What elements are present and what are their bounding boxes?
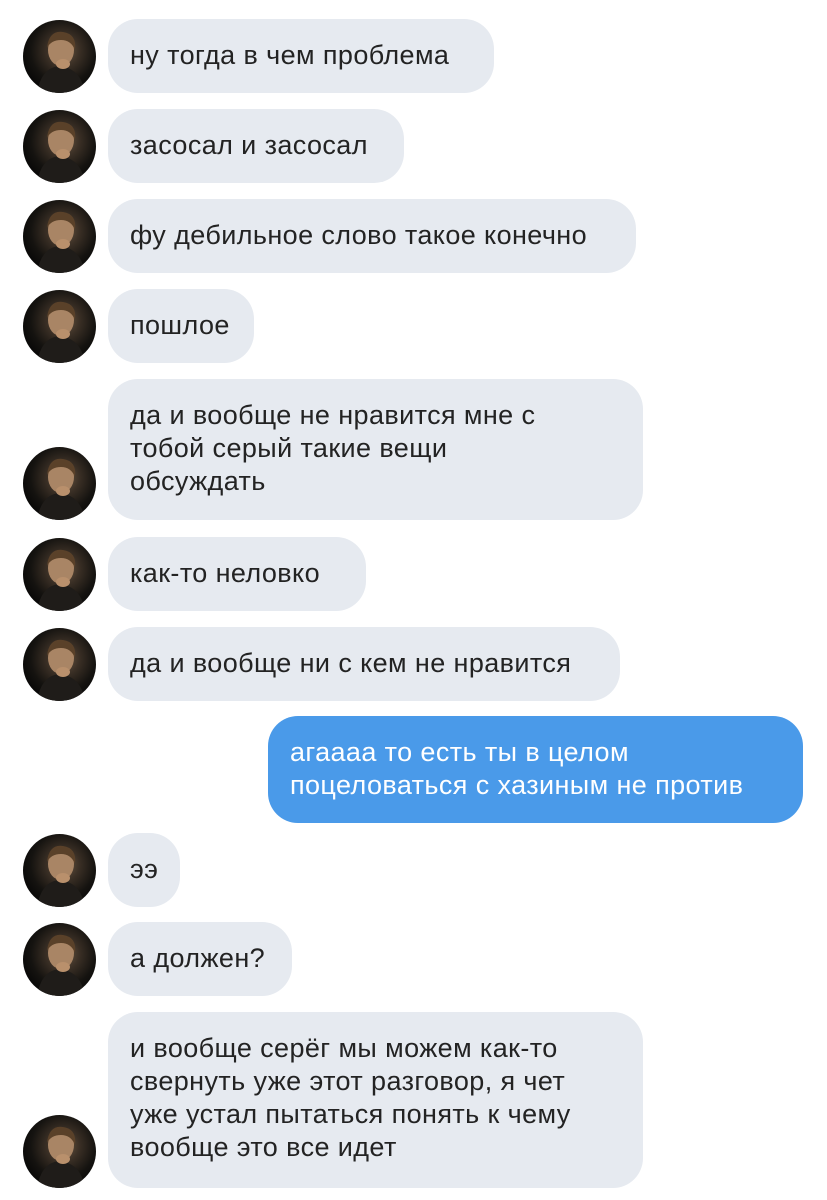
contact-avatar[interactable] (23, 447, 96, 520)
message-row: агаааа то есть ты в целом поцеловаться с… (0, 716, 827, 823)
message-bubble: пошлое (108, 289, 254, 363)
message-bubble: засосал и засосал (108, 109, 404, 183)
contact-avatar[interactable] (23, 628, 96, 701)
message-bubble-outgoing: агаааа то есть ты в целом поцеловаться с… (268, 716, 803, 823)
contact-avatar[interactable] (23, 20, 96, 93)
message-row: да и вообще ни с кем не нравится (0, 627, 827, 701)
message-bubble: да и вообще ни с кем не нравится (108, 627, 620, 701)
contact-avatar[interactable] (23, 1115, 96, 1188)
message-bubble: и вообще серёг мы можем как-то свернуть … (108, 1012, 643, 1188)
message-row: ну тогда в чем проблема (0, 19, 827, 93)
message-bubble: как-то неловко (108, 537, 366, 611)
message-row: и вообще серёг мы можем как-то свернуть … (0, 1012, 827, 1188)
message-row: ээ (0, 833, 827, 907)
contact-avatar[interactable] (23, 923, 96, 996)
contact-avatar[interactable] (23, 110, 96, 183)
contact-avatar[interactable] (23, 290, 96, 363)
message-bubble: да и вообще не нравится мне с тобой серы… (108, 379, 643, 520)
message-bubble: ээ (108, 833, 180, 907)
message-bubble: а должен? (108, 922, 292, 996)
contact-avatar[interactable] (23, 538, 96, 611)
message-bubble: ну тогда в чем проблема (108, 19, 494, 93)
message-row: да и вообще не нравится мне с тобой серы… (0, 379, 827, 520)
message-bubble: фу дебильное слово такое конечно (108, 199, 636, 273)
contact-avatar[interactable] (23, 200, 96, 273)
message-row: засосал и засосал (0, 109, 827, 183)
message-row: как-то неловко (0, 537, 827, 611)
message-row: фу дебильное слово такое конечно (0, 199, 827, 273)
contact-avatar[interactable] (23, 834, 96, 907)
message-row: пошлое (0, 289, 827, 363)
message-row: а должен? (0, 922, 827, 996)
